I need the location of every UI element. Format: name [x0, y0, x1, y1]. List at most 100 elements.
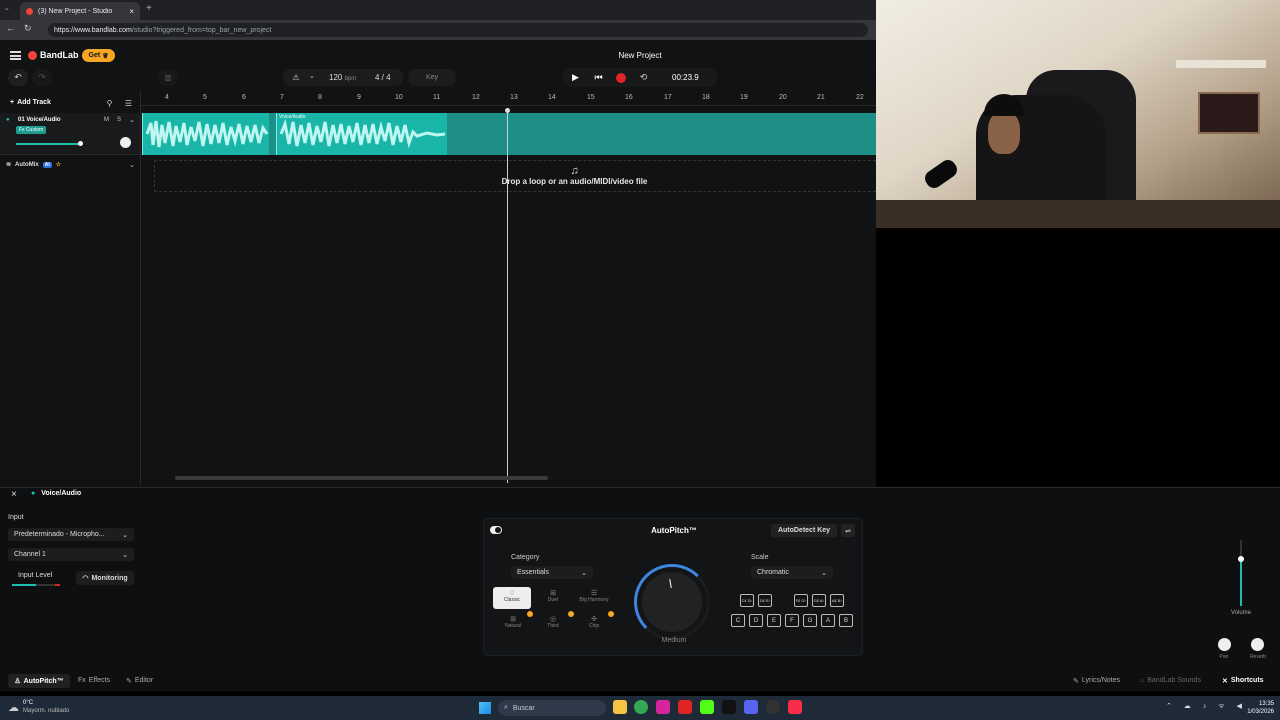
- clock[interactable]: 13:35 1/03/2026: [1240, 700, 1274, 716]
- autodetect-key-button[interactable]: AutoDetect Key: [771, 524, 837, 537]
- weather-widget[interactable]: ☁ 0°C Mayorm. nublado: [8, 699, 69, 715]
- key-button[interactable]: F: [785, 614, 799, 627]
- style-duet[interactable]: ⊞ Duet: [539, 589, 567, 603]
- music-app-icon[interactable]: [788, 700, 802, 714]
- fx-badge[interactable]: Fx Custom: [16, 126, 47, 134]
- play-button[interactable]: ▶: [569, 71, 582, 84]
- shortcuts-button[interactable]: ✕ Shortcuts: [1222, 677, 1264, 685]
- bpm-display[interactable]: 120 bpm: [329, 73, 356, 82]
- key-button[interactable]: Key: [408, 69, 456, 86]
- back-icon[interactable]: ←: [6, 23, 15, 33]
- kick-icon[interactable]: [700, 700, 714, 714]
- file-explorer-icon[interactable]: [613, 700, 627, 714]
- tuner-icon[interactable]: ⚲: [103, 97, 116, 109]
- track-name[interactable]: 01 Voice/Audio: [18, 117, 61, 123]
- tab-effects[interactable]: Fx Effects: [78, 677, 110, 684]
- key-button[interactable]: C: [731, 614, 745, 627]
- project-title[interactable]: New Project: [580, 51, 700, 60]
- channel-select[interactable]: Channel 1 ⌄: [8, 548, 134, 561]
- correction-knob[interactable]: [634, 564, 710, 640]
- browser-tab[interactable]: (3) New Project - Studio ×: [20, 2, 140, 20]
- mute-button[interactable]: M: [104, 117, 109, 123]
- playhead-marker[interactable]: [505, 108, 510, 113]
- system-tray[interactable]: ⌃ ☁ ♪ ᯤ ◀: [1166, 702, 1247, 711]
- key-button[interactable]: D♯ E♭: [758, 594, 772, 607]
- drop-zone[interactable]: ♫ Drop a loop or an audio/MIDI/video fil…: [154, 160, 876, 192]
- youtube-icon[interactable]: [678, 700, 692, 714]
- new-tab-icon[interactable]: +: [146, 3, 152, 14]
- close-panel-icon[interactable]: ×: [11, 489, 17, 500]
- scale-select[interactable]: Chromatic ⌄: [751, 566, 833, 579]
- automix-row[interactable]: ≋ AutoMix AI ☆: [6, 161, 61, 168]
- instagram-icon[interactable]: [656, 700, 670, 714]
- piano-icon[interactable]: ▥: [158, 69, 178, 86]
- track-volume-slider[interactable]: [16, 143, 80, 145]
- tab-editor[interactable]: ✎ Editor: [126, 677, 153, 685]
- url-path: /studio?triggered_from=top_bar_new_proje…: [131, 26, 272, 34]
- skip-back-button[interactable]: ⏮: [592, 71, 605, 84]
- reverb-knob[interactable]: [1251, 638, 1264, 651]
- autopitch-settings-icon[interactable]: ⇌: [841, 524, 855, 537]
- start-icon[interactable]: [479, 702, 491, 714]
- timeline-ruler[interactable]: 4 5 6 7 8 9 10 11 12 13 14 15 16 17 18 1…: [140, 92, 876, 106]
- tab-list-icon[interactable]: ⌄: [4, 4, 14, 14]
- tiktok-icon[interactable]: [722, 700, 736, 714]
- category-select[interactable]: Essentials ⌄: [511, 566, 593, 579]
- taskbar-search[interactable]: ⌕ Buscar: [498, 700, 606, 716]
- automix-expand-icon[interactable]: ⌄: [129, 161, 135, 169]
- undo-button[interactable]: ↶: [8, 69, 28, 86]
- track-volume-thumb[interactable]: [78, 141, 83, 146]
- metronome-icon[interactable]: ⚠: [290, 71, 302, 83]
- loop-button[interactable]: ⟲: [637, 71, 650, 84]
- volume-fader-thumb[interactable]: [1238, 556, 1244, 562]
- input-device-select[interactable]: Predeterminado - Micropho... ⌄: [8, 528, 134, 541]
- key-button[interactable]: B: [839, 614, 853, 627]
- key-button[interactable]: A: [821, 614, 835, 627]
- audio-clip[interactable]: Voice/Audio: [276, 113, 447, 155]
- volume-fader-track[interactable]: [1240, 540, 1242, 606]
- metronome-dropdown-icon[interactable]: ⌄: [309, 72, 315, 80]
- tab-autopitch[interactable]: ♙ AutoPitch™: [8, 674, 70, 688]
- close-tab-icon[interactable]: ×: [129, 7, 134, 16]
- reload-icon[interactable]: ↻: [24, 23, 32, 34]
- key-button[interactable]: D: [749, 614, 763, 627]
- track-header[interactable]: ● 01 Voice/Audio Fx Custom M S ⌄: [0, 113, 140, 155]
- key-button[interactable]: G♯ A♭: [812, 594, 826, 607]
- playhead[interactable]: [507, 108, 508, 483]
- lyrics-notes-button[interactable]: ✎ Lyrics/Notes: [1073, 677, 1120, 685]
- key-button[interactable]: A♯ B♭: [830, 594, 844, 607]
- style-classic[interactable]: ♢ Classic: [493, 587, 531, 609]
- track-settings-icon[interactable]: ☰: [122, 97, 135, 109]
- horizontal-scrollbar[interactable]: [175, 476, 548, 480]
- track-expand-icon[interactable]: ⌄: [129, 116, 135, 124]
- key-button[interactable]: C♯ D♭: [740, 594, 754, 607]
- record-button[interactable]: [616, 73, 626, 83]
- autopitch-toggle[interactable]: [490, 526, 502, 534]
- style-third[interactable]: ◎ Third: [541, 615, 565, 629]
- get-badge-label: Get: [88, 52, 101, 59]
- chrome-icon[interactable]: [634, 700, 648, 714]
- pan-knob[interactable]: [1218, 638, 1231, 651]
- key-button[interactable]: G: [803, 614, 817, 627]
- style-big-harmony[interactable]: ☰ Big Harmony: [576, 589, 612, 603]
- bar-number: 15: [587, 94, 595, 101]
- style-chip[interactable]: ✣ Chip: [583, 615, 605, 629]
- obs-icon[interactable]: [766, 700, 780, 714]
- add-track-button[interactable]: + Add Track: [10, 99, 51, 106]
- track-lane[interactable]: Voice/Audio: [142, 113, 876, 155]
- time-signature[interactable]: 4 / 4: [375, 73, 391, 82]
- key-button[interactable]: E: [767, 614, 781, 627]
- redo-button[interactable]: ↷: [32, 69, 52, 86]
- get-badge[interactable]: Get ♕: [82, 49, 115, 62]
- solo-button[interactable]: S: [117, 117, 121, 123]
- menu-icon[interactable]: [10, 51, 21, 60]
- key-button[interactable]: F♯ G♭: [794, 594, 808, 607]
- pan-knob[interactable]: [120, 137, 131, 148]
- audio-clip[interactable]: [142, 113, 269, 155]
- bandlab-logo[interactable]: BandLab: [28, 50, 79, 60]
- discord-icon[interactable]: [744, 700, 758, 714]
- monitoring-button[interactable]: ◠ Monitoring: [76, 571, 134, 585]
- style-natural[interactable]: ⊞ Natural: [500, 615, 526, 629]
- bandlab-sounds-button[interactable]: ⌂ BandLab Sounds: [1140, 677, 1201, 684]
- address-bar[interactable]: https://www.bandlab.com/studio?triggered…: [48, 23, 868, 37]
